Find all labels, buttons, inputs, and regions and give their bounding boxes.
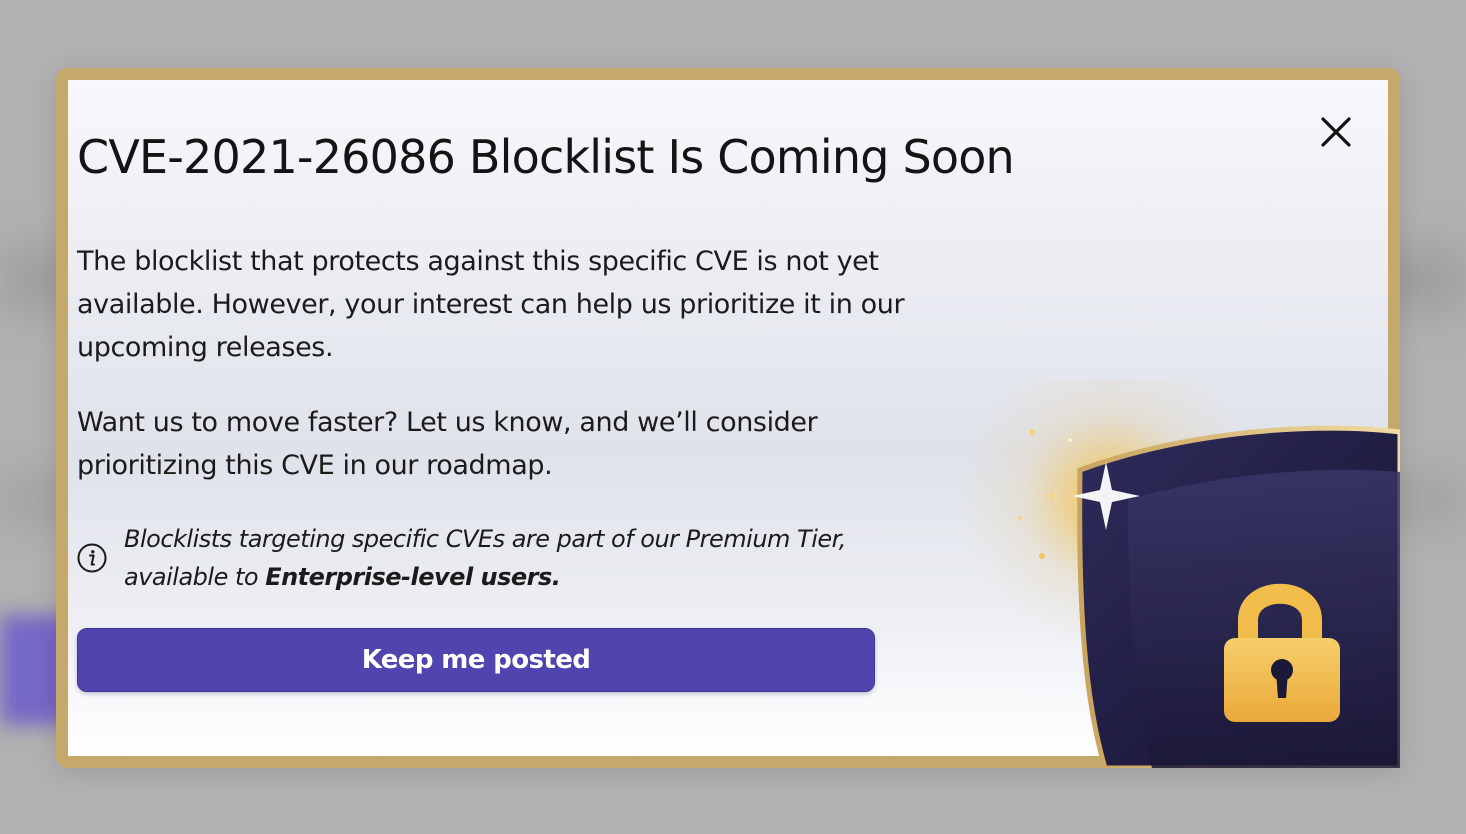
shield-inner-panel: [1128, 469, 1400, 768]
dialog-description: The blocklist that protects against this…: [77, 246, 905, 363]
dialog-call-to-action-text: Want us to move faster? Let us know, and…: [77, 407, 818, 481]
premium-tier-note-emphasis: Enterprise-level users.: [265, 563, 561, 591]
keep-me-posted-button[interactable]: Keep me posted: [77, 628, 875, 692]
sparkle-dot: [1068, 438, 1072, 442]
shield-illustration: [940, 380, 1400, 768]
premium-tier-note-text: Blocklists targeting specific CVEs are p…: [124, 520, 914, 596]
sparkle-dot: [1039, 553, 1045, 559]
dialog-title: CVE-2021-26086 Blocklist Is Coming Soon: [77, 130, 1015, 184]
sparkle-dot: [1018, 516, 1022, 520]
sparkle-dot: [1029, 429, 1035, 435]
close-icon: [1321, 117, 1351, 147]
info-icon: [77, 543, 107, 573]
close-button[interactable]: [1310, 108, 1362, 156]
sparkle-dot: [1049, 493, 1055, 499]
